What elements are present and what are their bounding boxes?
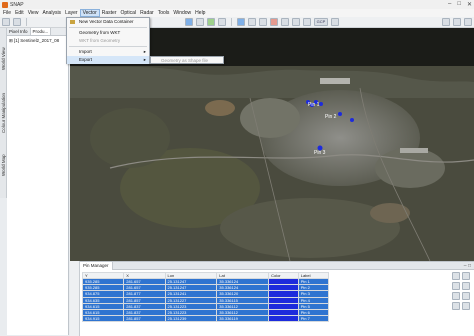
layout-icon[interactable] [442,18,450,26]
airport-runway [400,148,428,153]
pan-tool-icon[interactable] [259,18,267,26]
sync-views-icon[interactable] [453,18,461,26]
pin-label-2: Pin 2 [325,114,337,120]
menu-item-geometry-from-wkt[interactable]: Geometry from WKT [67,29,149,37]
pin-table[interactable]: Y X Lon Lat Color Label 935.285 281.657 … [81,272,330,323]
menu-item-geometry-as-shape-file: Geometry as Shape file [151,57,223,65]
tab-world-map[interactable]: World Map [0,148,7,182]
panel-tabs: Pixel Info Produ... [7,28,68,36]
tab-world-view[interactable]: World View [0,40,7,78]
menu-vector[interactable]: Vector [79,9,100,17]
magic-wand-icon[interactable] [331,18,339,26]
delete-pin-icon[interactable] [462,282,470,290]
menu-optical[interactable]: Optical [119,9,139,17]
panel-close-icon[interactable]: – □ [464,263,474,269]
band-maths-icon[interactable] [185,18,193,26]
draw-polygon-icon[interactable] [303,18,311,26]
new-pin-icon[interactable] [452,272,460,280]
left-tool-strip: World View Colour Manipulation World Map [0,28,7,198]
tab-pixel-info[interactable]: Pixel Info [7,28,31,35]
menu-item-label: Export [79,57,93,62]
range-finder-icon[interactable] [281,18,289,26]
menu-item-new-vector-data-container[interactable]: New Vector Data Container [67,18,149,26]
export-submenu: Geometry as Shape file [150,56,224,64]
menu-item-label: New Vector Data Container [79,19,134,24]
pin-action-buttons [452,272,472,310]
menu-item-label: Geometry as Shape file [161,58,209,63]
statistics-icon[interactable] [207,18,215,26]
expand-icon[interactable]: ⊞ [9,38,13,43]
menu-window[interactable]: Window [171,9,193,17]
menu-divider [69,27,147,28]
app-logo-icon [2,1,8,8]
toolbar-divider [231,18,232,26]
menu-divider [69,46,147,47]
cell-lat: 35.336119 [216,315,270,323]
cell-y: 934.915 [81,315,125,323]
pin-manager-header: Pin Manager – □ [80,261,474,270]
tab-colour-manipulation[interactable]: Colour Manipulation [0,82,7,144]
open-product-icon[interactable] [2,18,10,26]
menu-item-wkt-from-geometry: WKT from Geometry [67,37,149,45]
menu-item-label: WKT from Geometry [79,38,121,43]
menu-raster[interactable]: Raster [100,9,119,17]
pin-label-1: Pin 1 [308,102,320,108]
menu-tools[interactable]: Tools [156,9,172,17]
select-tool-icon[interactable] [237,18,245,26]
zoom-tool-icon[interactable] [248,18,256,26]
pin-label-3: Pin 3 [314,150,326,156]
save-icon[interactable] [13,18,21,26]
tab-product-explorer[interactable]: Produ... [30,28,52,35]
bottom-left-strip [70,261,80,336]
pin-tool-icon[interactable] [270,18,278,26]
menu-item-export[interactable]: Export ▸ [67,56,149,64]
menu-item-label: Import [79,49,92,54]
table-row[interactable]: 934.915 281.857 25.131239 35.336119 Pin … [81,315,330,323]
export-pins-icon[interactable] [462,292,470,300]
menu-item-import[interactable]: Import ▸ [67,48,149,56]
minimize-icon[interactable]: – [448,1,451,8]
folder-icon [70,20,75,24]
window-title: SNAP [10,1,24,8]
import-pins-icon[interactable] [452,292,460,300]
histogram-icon[interactable] [196,18,204,26]
menu-view[interactable]: View [26,9,41,17]
submenu-arrow-icon: ▸ [143,57,146,62]
menu-layer[interactable]: Layer [63,9,80,17]
submenu-arrow-icon: ▸ [143,49,146,54]
pin-manager-panel: Pin Manager – □ Y X Lon Lat Color Label … [80,261,474,336]
close-icon[interactable]: ✕ [467,1,472,8]
toolbar-right [442,18,472,26]
scatter-plot-icon[interactable] [218,18,226,26]
menu-analysis[interactable]: Analysis [40,9,63,17]
cell-lon: 25.131239 [164,315,218,323]
pin-manager-title[interactable]: Pin Manager [80,261,113,270]
zoom-to-pin-icon[interactable] [462,302,470,310]
snap-window: SNAP – □ ✕ File Edit View Analysis Layer… [0,0,474,336]
title-bar: SNAP – □ ✕ [0,0,474,9]
edit-pin-icon[interactable] [452,282,460,290]
harbour [320,78,350,84]
toolbar-divider [26,18,27,26]
menu-file[interactable]: File [1,9,13,17]
menu-edit[interactable]: Edit [13,9,26,17]
menu-bar: File Edit View Analysis Layer Vector Ras… [0,9,474,17]
menu-radar[interactable]: Radar [138,9,156,17]
maximize-icon[interactable]: □ [457,1,461,8]
copy-pin-icon[interactable] [462,272,470,280]
cell-x: 281.857 [123,315,166,323]
vector-menu-dropdown: New Vector Data Container Geometry from … [66,17,150,64]
menu-item-label: Geometry from WKT [79,30,121,35]
menu-help[interactable]: Help [193,9,207,17]
product-tree-item[interactable]: [1] Sentinel2_2017_08 [14,38,59,43]
draw-line-icon[interactable] [292,18,300,26]
cell-color[interactable] [268,315,299,323]
product-tree: ⊞ [1] Sentinel2_2017_08 [7,36,68,46]
cell-label: Pin 7 [297,315,330,323]
sync-cursor-icon[interactable] [464,18,472,26]
filter-pins-icon[interactable] [452,302,460,310]
product-explorer-panel: Pixel Info Produ... ⊞ [1] Sentinel2_2017… [7,28,69,335]
gcp-tool-icon[interactable]: GCP [314,18,328,26]
window-controls: – □ ✕ [448,1,472,8]
